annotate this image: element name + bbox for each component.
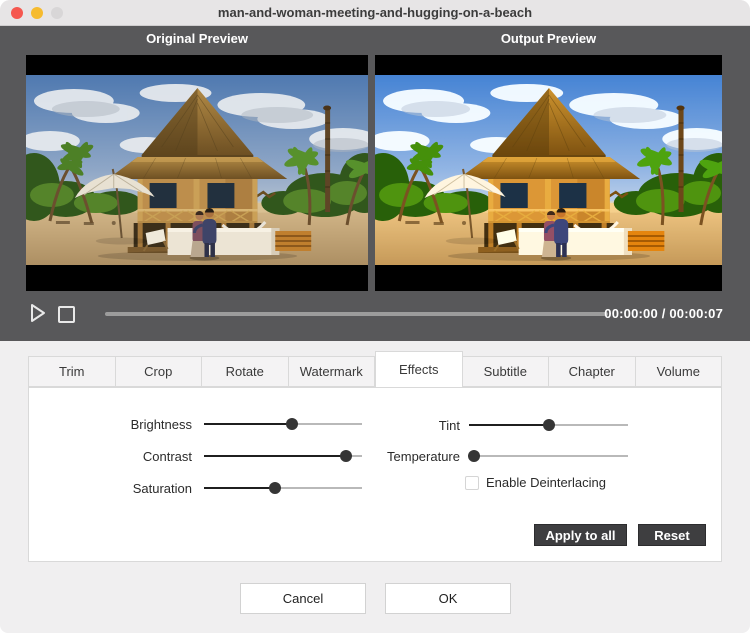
preview-panel: Original Preview Output Preview 00:00:00… — [0, 26, 750, 341]
play-button[interactable] — [29, 303, 47, 323]
slider-fill — [204, 455, 347, 457]
minimize-window-button[interactable] — [31, 7, 43, 19]
tab-subtitle[interactable]: Subtitle — [462, 356, 549, 387]
deinterlacing-label: Enable Deinterlacing — [486, 475, 606, 490]
slider-fill — [204, 423, 293, 425]
slider-fill — [469, 424, 549, 426]
tab-trim[interactable]: Trim — [28, 356, 116, 387]
slider-thumb[interactable] — [269, 482, 282, 494]
zoom-window-button — [51, 7, 63, 19]
window-title: man-and-woman-meeting-and-hugging-on-a-b… — [217, 5, 533, 20]
reset-button[interactable]: Reset — [638, 524, 706, 546]
tab-chapter[interactable]: Chapter — [549, 356, 636, 387]
output-preview-pane — [375, 55, 722, 291]
tab-bar: Trim Crop Rotate Watermark Effects Subti… — [28, 351, 722, 387]
original-preview-pane — [26, 55, 368, 291]
app-window: man-and-woman-meeting-and-hugging-on-a-b… — [0, 0, 750, 633]
tint-slider[interactable] — [469, 417, 628, 433]
tab-effects[interactable]: Effects — [375, 351, 463, 387]
original-preview-label: Original Preview — [146, 31, 248, 46]
temperature-slider[interactable] — [467, 448, 628, 464]
tab-crop[interactable]: Crop — [115, 356, 202, 387]
tint-label: Tint — [438, 417, 460, 433]
traffic-lights — [11, 7, 63, 19]
slider-track[interactable] — [469, 455, 628, 457]
slider-thumb[interactable] — [467, 450, 480, 462]
seek-bar[interactable] — [105, 312, 608, 316]
output-preview-label: Output Preview — [500, 31, 597, 46]
brightness-label: Brightness — [130, 416, 192, 432]
effects-panel: Brightness Contrast Saturation Tint Temp… — [28, 387, 722, 562]
tab-rotate[interactable]: Rotate — [202, 356, 289, 387]
tab-watermark[interactable]: Watermark — [288, 356, 375, 387]
tab-volume[interactable]: Volume — [635, 356, 722, 387]
contrast-label: Contrast — [142, 448, 192, 464]
saturation-label: Saturation — [132, 480, 192, 496]
saturation-slider[interactable] — [204, 480, 362, 496]
slider-thumb[interactable] — [286, 418, 299, 430]
deinterlacing-checkbox[interactable] — [465, 475, 479, 490]
deinterlacing-row[interactable]: Enable Deinterlacing — [465, 475, 606, 490]
original-video-frame — [26, 75, 368, 265]
output-video-frame — [375, 75, 722, 265]
cancel-button[interactable]: Cancel — [240, 583, 366, 614]
slider-thumb[interactable] — [542, 419, 555, 431]
slider-fill — [204, 487, 276, 489]
stop-button[interactable] — [58, 306, 75, 323]
temperature-label: Temperature — [387, 448, 460, 464]
titlebar: man-and-woman-meeting-and-hugging-on-a-b… — [0, 0, 750, 26]
apply-to-all-button[interactable]: Apply to all — [534, 524, 627, 546]
play-icon — [31, 304, 45, 322]
close-window-button[interactable] — [11, 7, 23, 19]
time-display: 00:00:00 / 00:00:07 — [604, 306, 723, 321]
ok-button[interactable]: OK — [385, 583, 511, 614]
